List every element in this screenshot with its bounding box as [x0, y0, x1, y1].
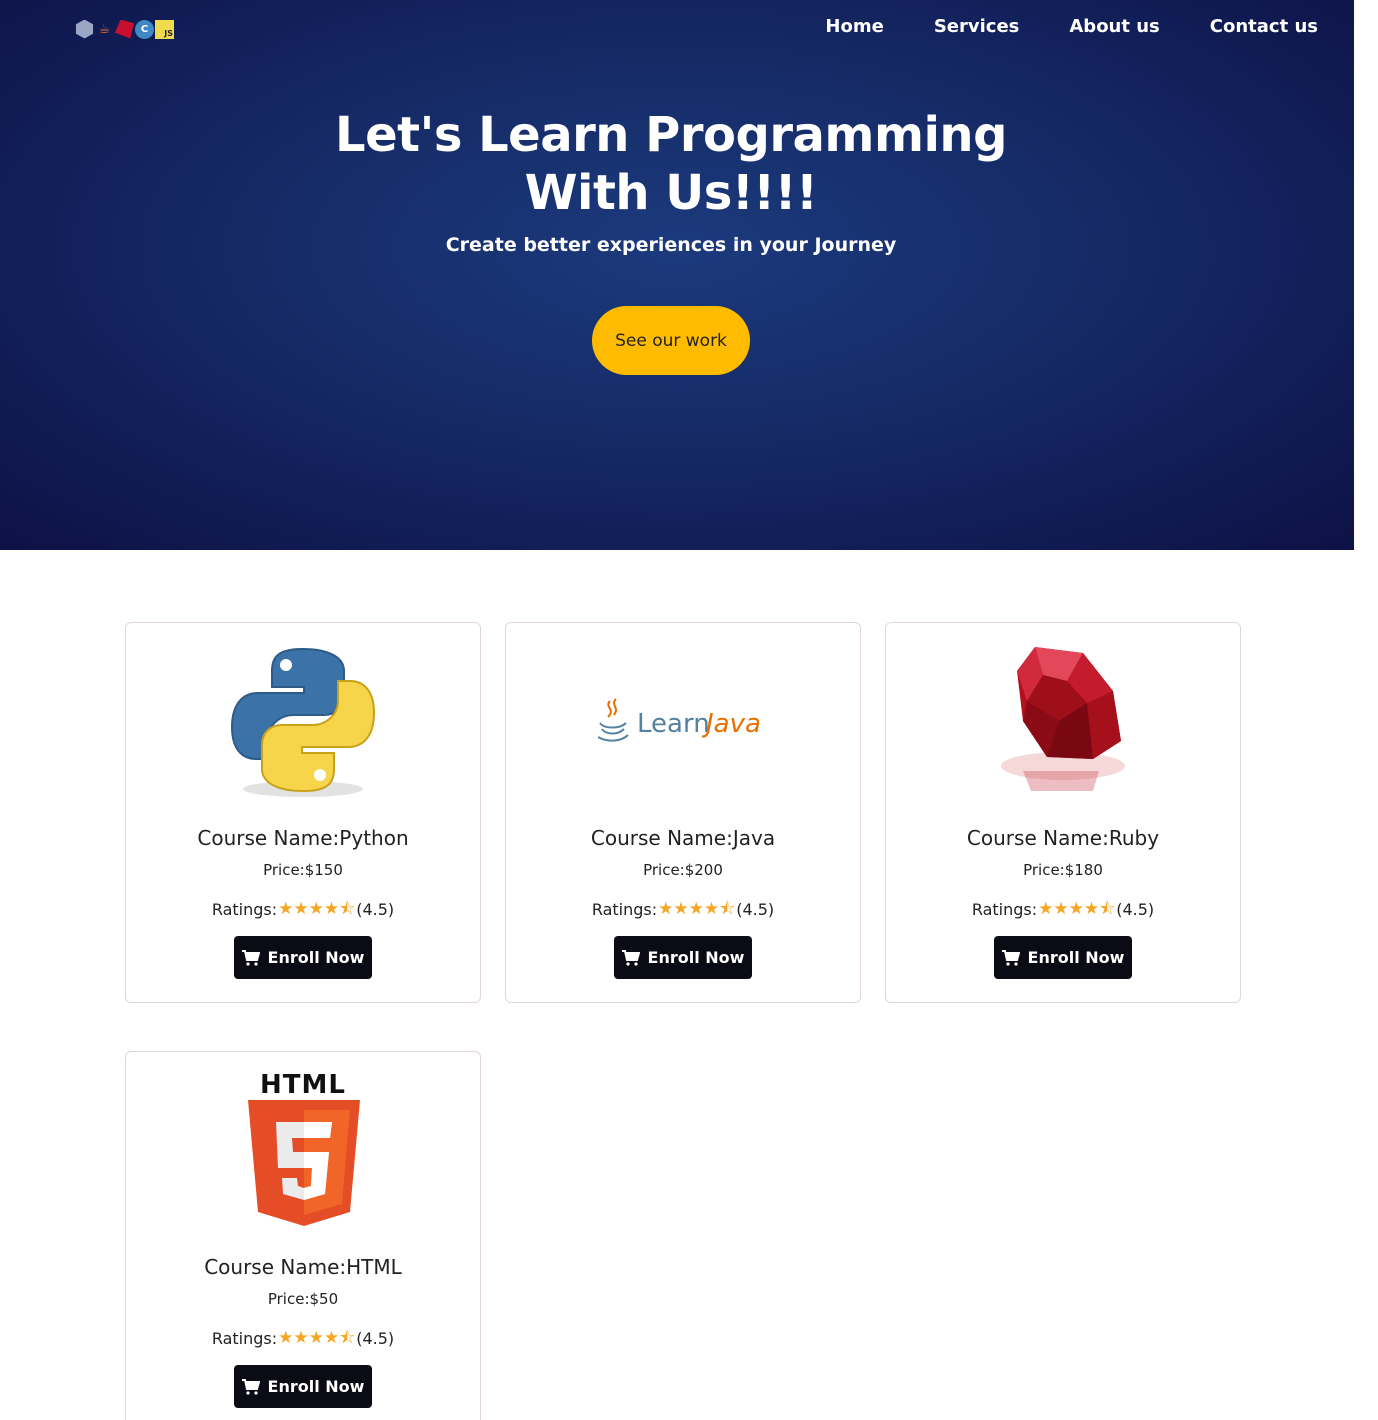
nav-services[interactable]: Services [934, 16, 1020, 37]
course-name: Course Name:Java [590, 826, 776, 850]
star-full-icon: ★ [323, 899, 340, 919]
rating-stars: ★ ★ ★ ★ ⯪ [278, 1330, 355, 1347]
star-full-icon: ★ [278, 1328, 294, 1348]
course-card-html: HTML Course Name:HTML Price:$50 Ratings:… [125, 1051, 481, 1420]
hero-subtitle: Create better experiences in your Journe… [445, 234, 897, 256]
course-name: Course Name:HTML [204, 1255, 402, 1279]
ratings-label: Ratings: [971, 900, 1038, 919]
nav-contact-us[interactable]: Contact us [1210, 16, 1318, 37]
shopping-cart-icon [1001, 949, 1020, 966]
nav-home[interactable]: Home [825, 16, 883, 37]
star-full-icon: ★ [293, 1328, 309, 1348]
course-rating: Ratings: ★ ★ ★ ★ ⯪ (4.5) [126, 900, 480, 919]
rating-value: (4.5) [736, 900, 775, 919]
course-rating: Ratings: ★ ★ ★ ★ ⯪ (4.5) [126, 1329, 480, 1348]
star-full-icon: ★ [658, 899, 674, 919]
html-logo-text: HTML [260, 1070, 346, 1100]
c-plus-plus-icon [75, 19, 94, 39]
shopping-cart-icon [621, 949, 640, 966]
star-half-icon: ⯪ [719, 899, 736, 919]
ratings-label: Ratings: [211, 1329, 278, 1348]
star-full-icon: ★ [1053, 899, 1069, 919]
star-half-icon: ⯪ [339, 899, 356, 919]
enroll-now-label: Enroll Now [647, 948, 745, 967]
star-half-icon: ⯪ [339, 1328, 356, 1348]
star-half-icon: ⯪ [1099, 899, 1116, 919]
star-full-icon: ★ [308, 899, 324, 919]
rating-stars: ★ ★ ★ ★ ⯪ [1038, 901, 1115, 918]
learn-java-text-learn: Learn [637, 709, 710, 739]
see-our-work-button[interactable]: See our work [592, 306, 750, 375]
shopping-cart-icon [241, 1378, 260, 1395]
hero-title-line-1: Let's Learn Programming [335, 107, 1007, 163]
ruby-gem-logo [886, 641, 1240, 801]
c-icon: C [135, 19, 154, 39]
ratings-label: Ratings: [591, 900, 658, 919]
ruby-icon [115, 19, 134, 39]
site-logo[interactable]: ☕ C JS [75, 19, 174, 39]
course-rating: Ratings: ★ ★ ★ ★ ⯪ (4.5) [886, 900, 1240, 919]
learn-java-logo: Learn Java [506, 641, 860, 801]
star-full-icon: ★ [293, 899, 309, 919]
python-logo [126, 641, 480, 801]
hero-title: Let's Learn Programming With Us!!!! [0, 106, 1342, 222]
enroll-now-button[interactable]: Enroll Now [234, 936, 372, 979]
rating-value: (4.5) [356, 1329, 395, 1348]
enroll-now-button[interactable]: Enroll Now [234, 1365, 372, 1408]
enroll-now-button[interactable]: Enroll Now [614, 936, 752, 979]
star-full-icon: ★ [1068, 899, 1084, 919]
course-name: Course Name:Ruby [966, 826, 1160, 850]
java-icon: ☕ [98, 21, 111, 37]
ratings-label: Ratings: [211, 900, 278, 919]
main-nav: Home Services About us Contact us [775, 16, 1318, 37]
rating-value: (4.5) [356, 900, 395, 919]
enroll-now-button[interactable]: Enroll Now [994, 936, 1132, 979]
star-full-icon: ★ [323, 1328, 340, 1348]
hero-section: ☕ C JS Home Services About us Contact us… [0, 0, 1354, 550]
rating-stars: ★ ★ ★ ★ ⯪ [658, 901, 735, 918]
course-price: Price:$180 [1023, 861, 1103, 879]
course-price: Price:$50 [267, 1290, 339, 1308]
enroll-now-label: Enroll Now [267, 1377, 365, 1396]
star-full-icon: ★ [673, 899, 689, 919]
star-full-icon: ★ [308, 1328, 324, 1348]
hero-title-line-2: With Us!!!! [524, 165, 818, 221]
rating-value: (4.5) [1116, 900, 1155, 919]
learn-java-text-java: Java [706, 709, 761, 739]
html5-logo: HTML [126, 1070, 480, 1230]
rating-stars: ★ ★ ★ ★ ⯪ [278, 901, 355, 918]
star-full-icon: ★ [703, 899, 720, 919]
course-rating: Ratings: ★ ★ ★ ★ ⯪ (4.5) [506, 900, 860, 919]
enroll-now-label: Enroll Now [1027, 948, 1125, 967]
nav-about-us[interactable]: About us [1069, 16, 1159, 37]
course-price: Price:$150 [263, 861, 343, 879]
shopping-cart-icon [241, 949, 260, 966]
course-price: Price:$200 [643, 861, 723, 879]
course-name: Course Name:Python [197, 826, 409, 850]
star-full-icon: ★ [1083, 899, 1100, 919]
javascript-icon: JS [155, 19, 174, 39]
star-full-icon: ★ [688, 899, 704, 919]
course-card-java: Learn Java Course Name:Java Price:$200 R… [505, 622, 861, 1003]
course-card-python: Course Name:Python Price:$150 Ratings: ★… [125, 622, 481, 1003]
star-full-icon: ★ [1038, 899, 1054, 919]
course-card-ruby: Course Name:Ruby Price:$180 Ratings: ★ ★… [885, 622, 1241, 1003]
star-full-icon: ★ [278, 899, 294, 919]
enroll-now-label: Enroll Now [267, 948, 365, 967]
